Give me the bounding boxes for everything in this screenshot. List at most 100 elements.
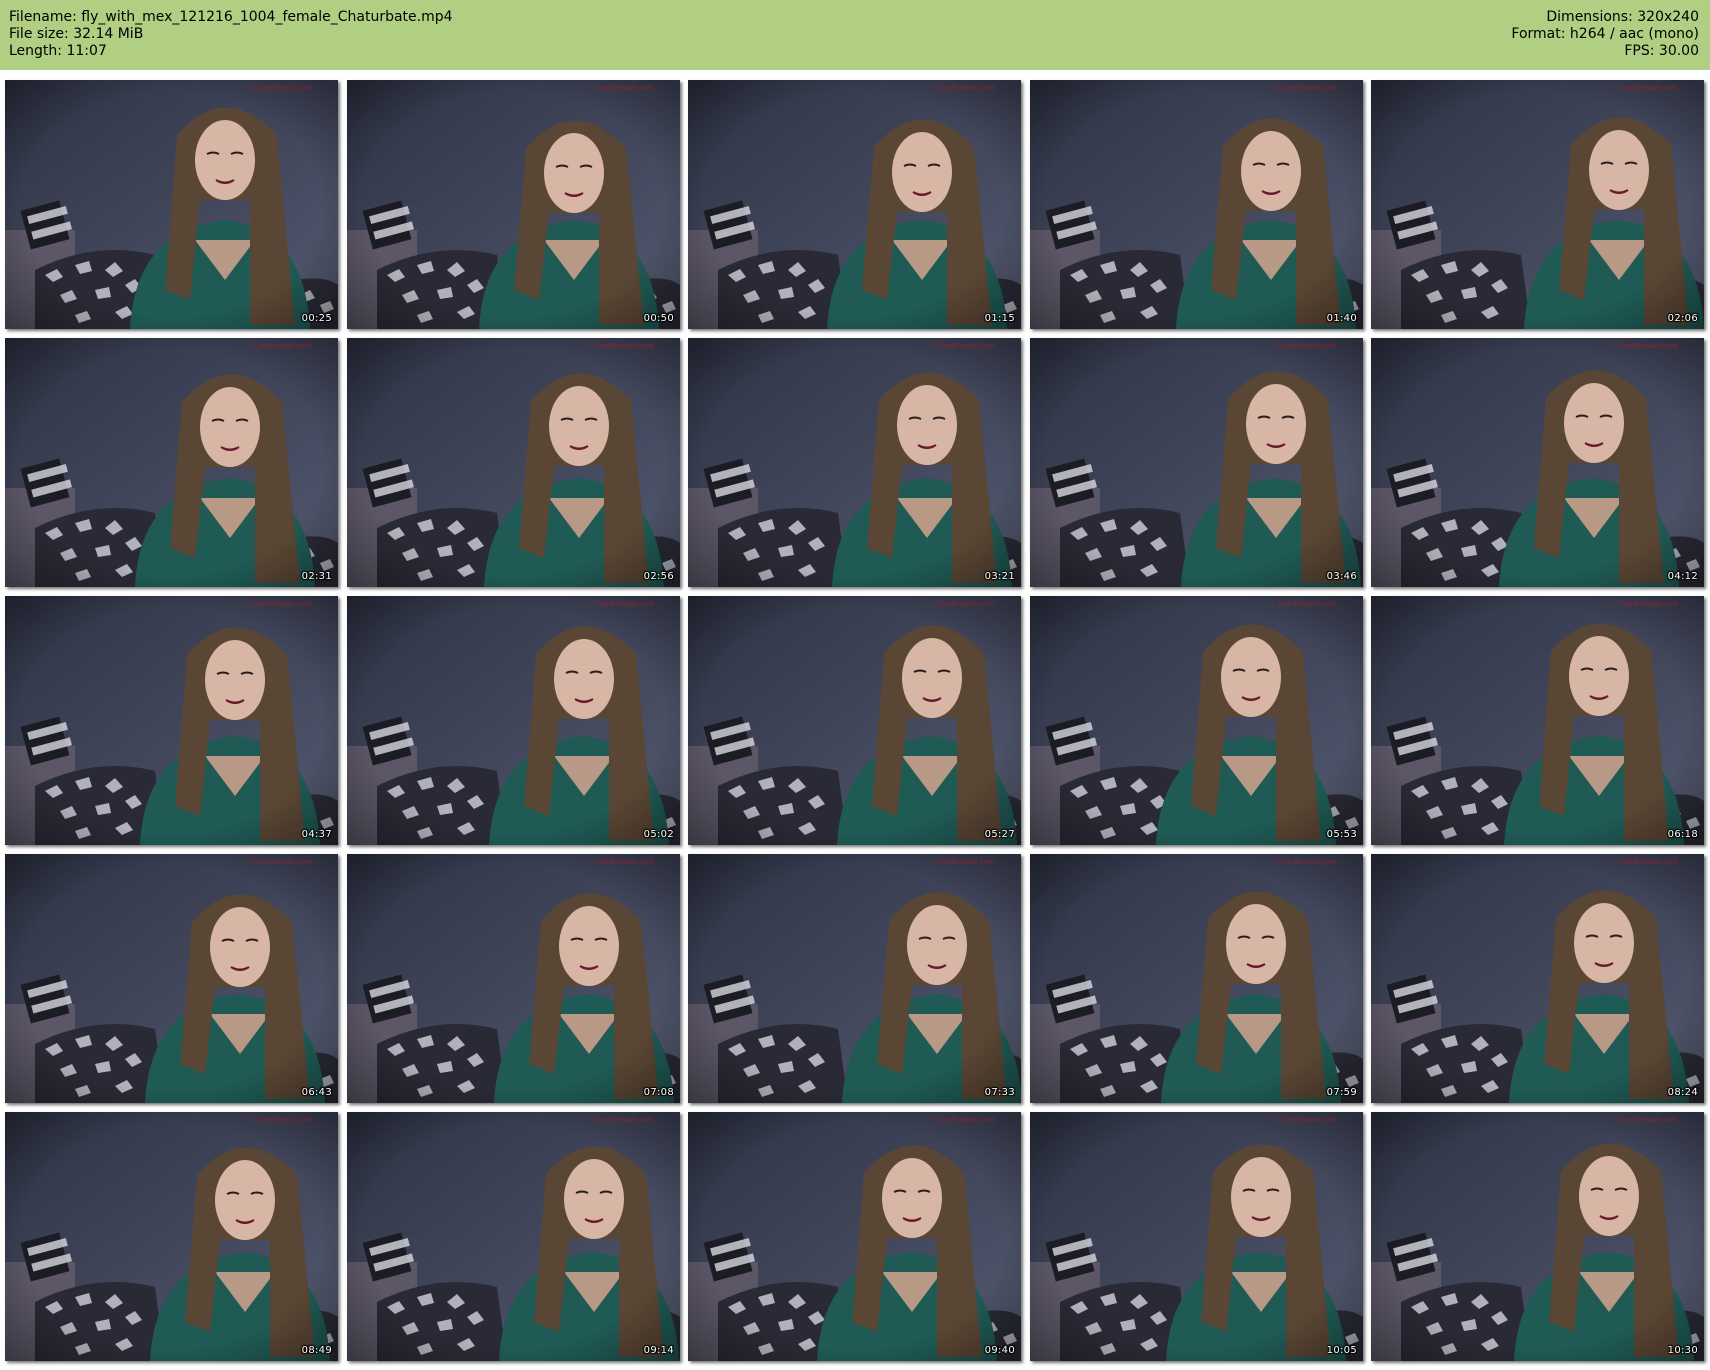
frame-image: ~ CamBrowse.com	[1030, 338, 1363, 587]
svg-text:~ CamBrowse.com: ~ CamBrowse.com	[1611, 342, 1678, 350]
svg-text:~ CamBrowse.com: ~ CamBrowse.com	[1611, 600, 1678, 608]
svg-text:~ CamBrowse.com: ~ CamBrowse.com	[587, 1116, 654, 1124]
thumbnail-grid: ~ CamBrowse.com 00:25 ~ CamBrowse.com 00:50…	[5, 80, 1705, 1365]
svg-text:~ CamBrowse.com: ~ CamBrowse.com	[587, 342, 654, 350]
timestamp-label: 04:37	[301, 829, 332, 840]
video-thumbnail: ~ CamBrowse.com 05:53	[1030, 596, 1363, 845]
timestamp-label: 01:15	[984, 313, 1015, 324]
video-thumbnail: ~ CamBrowse.com 03:46	[1030, 338, 1363, 587]
video-thumbnail: ~ CamBrowse.com 08:49	[5, 1112, 338, 1361]
frame-image: ~ CamBrowse.com	[1371, 1112, 1704, 1361]
svg-text:~ CamBrowse.com: ~ CamBrowse.com	[1270, 1116, 1337, 1124]
frame-image: ~ CamBrowse.com	[347, 338, 680, 587]
timestamp-label: 07:08	[643, 1087, 674, 1098]
video-thumbnail: ~ CamBrowse.com 04:37	[5, 596, 338, 845]
svg-text:~ CamBrowse.com: ~ CamBrowse.com	[1270, 858, 1337, 866]
frame-image: ~ CamBrowse.com	[688, 854, 1021, 1103]
video-thumbnail: ~ CamBrowse.com 07:08	[347, 854, 680, 1103]
video-thumbnail: ~ CamBrowse.com 06:43	[5, 854, 338, 1103]
video-thumbnail: ~ CamBrowse.com 00:25	[5, 80, 338, 329]
frame-image: ~ CamBrowse.com	[1371, 80, 1704, 329]
video-thumbnail: ~ CamBrowse.com 05:27	[688, 596, 1021, 845]
svg-text:~ CamBrowse.com: ~ CamBrowse.com	[928, 858, 995, 866]
timestamp-label: 02:56	[643, 571, 674, 582]
timestamp-label: 08:24	[1667, 1087, 1698, 1098]
svg-text:~ CamBrowse.com: ~ CamBrowse.com	[245, 600, 312, 608]
timestamp-label: 02:06	[1667, 313, 1698, 324]
video-thumbnail: ~ CamBrowse.com 10:05	[1030, 1112, 1363, 1361]
timestamp-label: 02:31	[301, 571, 332, 582]
video-thumbnail: ~ CamBrowse.com 04:12	[1371, 338, 1704, 587]
frame-image: ~ CamBrowse.com	[688, 596, 1021, 845]
fps-text: FPS: 30.00	[1624, 43, 1699, 59]
svg-text:~ CamBrowse.com: ~ CamBrowse.com	[1270, 84, 1337, 92]
video-thumbnail: ~ CamBrowse.com 02:56	[347, 338, 680, 587]
video-thumbnail: ~ CamBrowse.com 07:33	[688, 854, 1021, 1103]
svg-text:~ CamBrowse.com: ~ CamBrowse.com	[1270, 342, 1337, 350]
timestamp-label: 06:43	[301, 1087, 332, 1098]
video-thumbnail: ~ CamBrowse.com 08:24	[1371, 854, 1704, 1103]
video-thumbnail: ~ CamBrowse.com 01:15	[688, 80, 1021, 329]
frame-image: ~ CamBrowse.com	[347, 854, 680, 1103]
svg-text:~ CamBrowse.com: ~ CamBrowse.com	[1270, 600, 1337, 608]
media-info: Dimensions: 320x240 Format: h264 / aac (…	[1511, 9, 1699, 60]
timestamp-label: 01:40	[1326, 313, 1357, 324]
timestamp-label: 00:25	[301, 313, 332, 324]
frame-image: ~ CamBrowse.com	[347, 80, 680, 329]
video-thumbnail: ~ CamBrowse.com 07:59	[1030, 854, 1363, 1103]
svg-text:~ CamBrowse.com: ~ CamBrowse.com	[928, 84, 995, 92]
svg-text:~ CamBrowse.com: ~ CamBrowse.com	[1611, 858, 1678, 866]
video-thumbnail: ~ CamBrowse.com 03:21	[688, 338, 1021, 587]
timestamp-label: 05:53	[1326, 829, 1357, 840]
dimensions-text: Dimensions: 320x240	[1546, 9, 1699, 25]
timestamp-label: 07:33	[984, 1087, 1015, 1098]
frame-image: ~ CamBrowse.com	[1030, 854, 1363, 1103]
timestamp-label: 09:14	[643, 1345, 674, 1356]
svg-text:~ CamBrowse.com: ~ CamBrowse.com	[245, 858, 312, 866]
timestamp-label: 09:40	[984, 1345, 1015, 1356]
svg-text:~ CamBrowse.com: ~ CamBrowse.com	[928, 1116, 995, 1124]
timestamp-label: 06:18	[1667, 829, 1698, 840]
video-thumbnail: ~ CamBrowse.com 00:50	[347, 80, 680, 329]
frame-image: ~ CamBrowse.com	[1371, 596, 1704, 845]
frame-image: ~ CamBrowse.com	[347, 596, 680, 845]
video-thumbnail: ~ CamBrowse.com 05:02	[347, 596, 680, 845]
svg-text:~ CamBrowse.com: ~ CamBrowse.com	[1611, 84, 1678, 92]
video-thumbnail: ~ CamBrowse.com 09:14	[347, 1112, 680, 1361]
video-thumbnail: ~ CamBrowse.com 01:40	[1030, 80, 1363, 329]
timestamp-label: 00:50	[643, 313, 674, 324]
svg-text:~ CamBrowse.com: ~ CamBrowse.com	[245, 1116, 312, 1124]
timestamp-label: 03:21	[984, 571, 1015, 582]
svg-text:~ CamBrowse.com: ~ CamBrowse.com	[587, 858, 654, 866]
frame-image: ~ CamBrowse.com	[1030, 596, 1363, 845]
svg-text:~ CamBrowse.com: ~ CamBrowse.com	[587, 600, 654, 608]
video-thumbnail: ~ CamBrowse.com 02:31	[5, 338, 338, 587]
frame-image: ~ CamBrowse.com	[5, 338, 338, 587]
frame-image: ~ CamBrowse.com	[688, 1112, 1021, 1361]
timestamp-label: 10:30	[1667, 1345, 1698, 1356]
svg-text:~ CamBrowse.com: ~ CamBrowse.com	[245, 84, 312, 92]
format-text: Format: h264 / aac (mono)	[1511, 26, 1699, 42]
frame-image: ~ CamBrowse.com	[5, 80, 338, 329]
frame-image: ~ CamBrowse.com	[1030, 1112, 1363, 1361]
info-header: Filename: fly_with_mex_121216_1004_femal…	[0, 0, 1710, 70]
frame-image: ~ CamBrowse.com	[5, 596, 338, 845]
frame-image: ~ CamBrowse.com	[347, 1112, 680, 1361]
file-info: Filename: fly_with_mex_121216_1004_femal…	[9, 9, 453, 60]
length-text: Length: 11:07	[9, 43, 107, 59]
svg-text:~ CamBrowse.com: ~ CamBrowse.com	[587, 84, 654, 92]
video-thumbnail: ~ CamBrowse.com 02:06	[1371, 80, 1704, 329]
frame-image: ~ CamBrowse.com	[1371, 338, 1704, 587]
frame-image: ~ CamBrowse.com	[688, 338, 1021, 587]
timestamp-label: 05:27	[984, 829, 1015, 840]
frame-image: ~ CamBrowse.com	[688, 80, 1021, 329]
frame-image: ~ CamBrowse.com	[1371, 854, 1704, 1103]
video-thumbnail: ~ CamBrowse.com 06:18	[1371, 596, 1704, 845]
video-thumbnail: ~ CamBrowse.com 09:40	[688, 1112, 1021, 1361]
timestamp-label: 07:59	[1326, 1087, 1357, 1098]
timestamp-label: 10:05	[1326, 1345, 1357, 1356]
video-thumbnail: ~ CamBrowse.com 10:30	[1371, 1112, 1704, 1361]
filesize-text: File size: 32.14 MiB	[9, 26, 144, 42]
timestamp-label: 05:02	[643, 829, 674, 840]
frame-image: ~ CamBrowse.com	[5, 1112, 338, 1361]
